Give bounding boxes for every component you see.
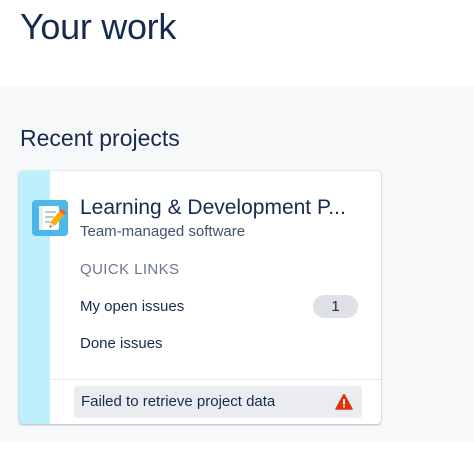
error-message: Failed to retrieve project data — [81, 393, 276, 410]
recent-projects-heading: Recent projects — [20, 125, 180, 151]
done-issues-link[interactable]: Done issues — [80, 334, 163, 354]
project-card[interactable]: Learning & Development P... Team-managed… — [19, 171, 381, 424]
project-type: Team-managed software — [80, 223, 246, 240]
page-title: Your work — [20, 6, 177, 47]
open-issues-count-badge: 1 — [313, 295, 358, 318]
error-banner: Failed to retrieve project data — [74, 386, 362, 418]
project-name[interactable]: Learning & Development P... — [80, 195, 370, 221]
notebook-pencil-icon[interactable] — [32, 200, 68, 236]
my-open-issues-link[interactable]: My open issues — [80, 297, 184, 317]
card-divider — [50, 379, 381, 380]
warning-icon — [335, 393, 353, 411]
quick-links-heading: QUICK LINKS — [80, 261, 180, 278]
